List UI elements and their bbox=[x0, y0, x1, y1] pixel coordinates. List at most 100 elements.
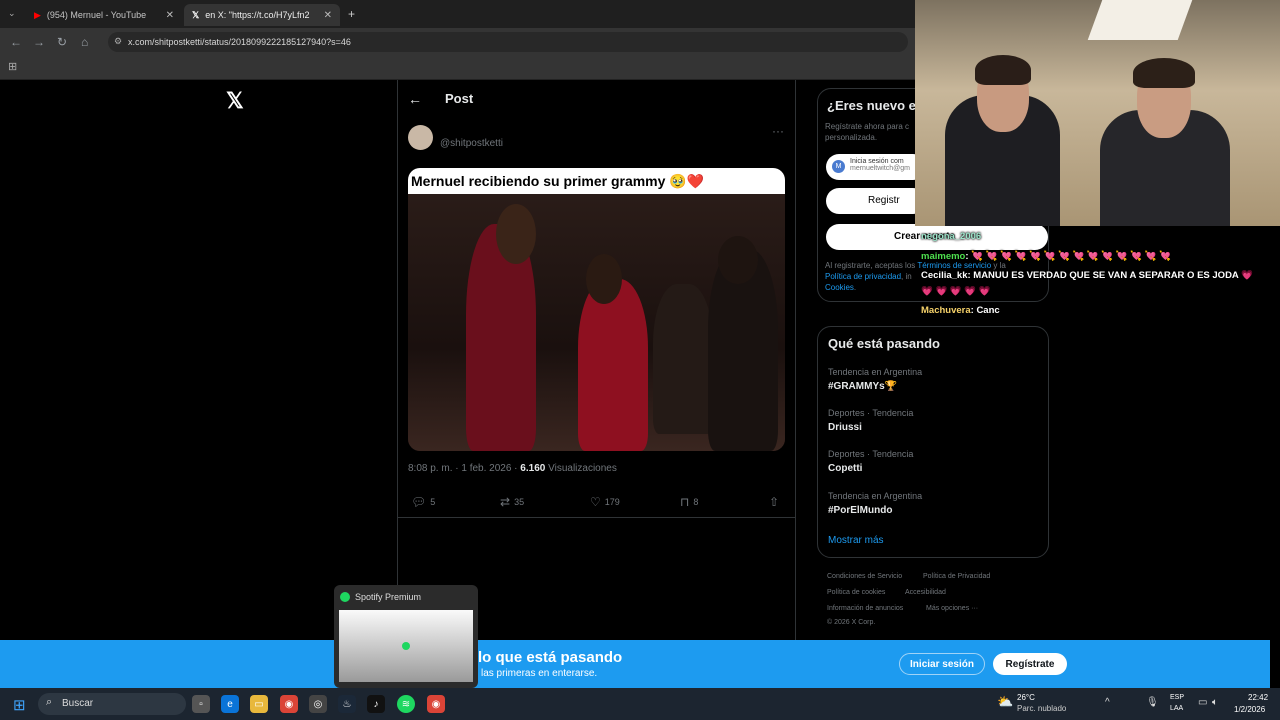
footer-link[interactable]: Información de anuncios bbox=[827, 605, 903, 612]
terms-link[interactable]: Términos de servicio bbox=[917, 261, 991, 270]
register-button[interactable]: Regístrate bbox=[993, 653, 1067, 675]
footer-link[interactable]: Condiciones de Servicio bbox=[827, 573, 902, 580]
legal-text: , in bbox=[901, 272, 912, 281]
person-figure bbox=[496, 204, 536, 264]
search-placeholder: Buscar bbox=[62, 698, 94, 709]
chrome-icon[interactable]: ◉ bbox=[427, 695, 445, 713]
trends-title: Qué está pasando bbox=[828, 336, 940, 351]
forward-icon[interactable]: → bbox=[33, 35, 45, 49]
chat-message: negona_2006 bbox=[921, 231, 981, 242]
file-explorer-icon[interactable]: ▭ bbox=[250, 695, 268, 713]
privacy-link[interactable]: Política de privacidad bbox=[825, 272, 901, 281]
edge-icon[interactable]: e bbox=[221, 695, 239, 713]
trend-name: Driussi bbox=[828, 422, 862, 433]
reply-button[interactable]: 💬︎ 5 bbox=[411, 495, 435, 509]
tab-search-icon[interactable]: ⌄ bbox=[8, 8, 16, 19]
chat-text: : Canc bbox=[970, 305, 1000, 316]
person-figure bbox=[653, 284, 713, 434]
apple-signup-button[interactable]: Registr bbox=[826, 188, 926, 214]
url-field[interactable]: ⚙ x.com/shitpostketti/status/20180992221… bbox=[108, 32, 908, 52]
cookies-link[interactable]: Cookies bbox=[825, 283, 854, 292]
new-tab-button[interactable]: + bbox=[348, 7, 355, 21]
trend-item[interactable]: Deportes · Tendencia Copetti bbox=[828, 449, 913, 474]
like-button[interactable]: ♡ 179 bbox=[590, 495, 620, 509]
clock-date[interactable]: 1/2/2026 bbox=[1234, 705, 1265, 714]
person-figure bbox=[578, 279, 648, 451]
reload-icon[interactable]: ↻ bbox=[57, 35, 67, 49]
network-icon[interactable]: ▭ bbox=[1198, 697, 1207, 708]
chat-text: 💗 💗 💗 💗 💗 bbox=[921, 286, 991, 297]
trends-card bbox=[817, 326, 1049, 558]
copyright: © 2026 X Corp. bbox=[827, 619, 876, 626]
chat-username: maimemo bbox=[921, 251, 966, 262]
apps-grid-icon[interactable]: ⊞ bbox=[8, 60, 17, 73]
app-icon[interactable]: ◎ bbox=[309, 695, 327, 713]
search-icon: ⌕ bbox=[46, 696, 53, 708]
trend-context: Tendencia en Argentina bbox=[828, 491, 923, 501]
steam-icon[interactable]: ♨ bbox=[338, 695, 356, 713]
close-icon[interactable]: ✕ bbox=[166, 10, 174, 21]
home-icon[interactable]: ⌂ bbox=[81, 35, 88, 49]
x-logo-icon[interactable]: 𝕏 bbox=[226, 88, 244, 114]
taskbar-search[interactable]: ⌕ Buscar bbox=[38, 693, 186, 715]
trend-item[interactable]: Deportes · Tendencia Driussi bbox=[828, 408, 913, 433]
tab-label: en X: "https://t.co/H7yLfn2 bbox=[205, 10, 310, 20]
reply-icon: 💬︎ bbox=[411, 495, 427, 509]
clock-time[interactable]: 22:42 bbox=[1248, 693, 1268, 702]
footer-link[interactable]: Más opciones ··· bbox=[926, 605, 978, 612]
trend-item[interactable]: Tendencia en Argentina #GRAMMYs🏆 bbox=[828, 367, 922, 392]
google-signin-button[interactable]: M Inicia sesión com mernueltwitch@gm bbox=[826, 154, 926, 180]
signup-subtitle-2: personalizada. bbox=[825, 133, 878, 142]
trend-context: Deportes · Tendencia bbox=[828, 408, 914, 418]
microphone-icon[interactable]: 🎙︎ bbox=[1146, 697, 1159, 708]
more-options-icon[interactable]: ··· bbox=[772, 124, 784, 138]
signup-title: ¿Eres nuevo e bbox=[827, 98, 916, 113]
trend-name: #GRAMMYs🏆 bbox=[828, 381, 898, 392]
post-timestamp[interactable]: 8:08 p. m. · 1 feb. 2026 · bbox=[408, 463, 520, 474]
footer-link[interactable]: Política de cookies bbox=[827, 589, 885, 596]
tiktok-icon[interactable]: ♪ bbox=[367, 695, 385, 713]
banner-subtitle: las primeras en enterarse. bbox=[481, 668, 598, 679]
weather-desc[interactable]: Parc. nublado bbox=[1017, 704, 1066, 713]
views-label: Visualizaciones bbox=[545, 463, 617, 474]
tab-label: (954) Mernuel - YouTube bbox=[46, 10, 147, 20]
register-label: Regístrate bbox=[1005, 658, 1055, 670]
spotify-icon[interactable]: ≋ bbox=[397, 695, 415, 713]
share-button[interactable]: ⇧ bbox=[769, 495, 779, 509]
chrome-icon[interactable]: ◉ bbox=[280, 695, 298, 713]
language-code[interactable]: ESP bbox=[1170, 694, 1184, 701]
show-more-link[interactable]: Mostrar más bbox=[828, 535, 884, 546]
footer-link[interactable]: Accesibilidad bbox=[905, 589, 946, 596]
bookmark-button[interactable]: ⊓ 8 bbox=[680, 495, 698, 509]
keyboard-layout[interactable]: LAA bbox=[1170, 705, 1183, 712]
windows-start-icon[interactable]: ⊞ bbox=[13, 696, 26, 714]
post-video[interactable]: Mernuel recibiendo su primer grammy 🥹❤️ bbox=[408, 168, 785, 451]
banner-headline: lo que está pasando bbox=[478, 649, 623, 666]
youtube-icon: ▶ bbox=[34, 9, 41, 20]
repost-button[interactable]: ⇄ 35 bbox=[500, 495, 524, 509]
trend-context: Tendencia en Argentina bbox=[828, 367, 923, 377]
tab-x[interactable]: 𝕏 en X: "https://t.co/H7yLfn2 ✕ bbox=[184, 4, 340, 26]
trend-item[interactable]: Tendencia en Argentina #PorElMundo bbox=[828, 491, 922, 516]
spotify-preview-popup[interactable]: Spotify Premium bbox=[334, 585, 478, 688]
back-arrow-icon[interactable]: ← bbox=[408, 91, 422, 107]
post-handle[interactable]: @shitpostketti bbox=[440, 138, 503, 149]
ceiling-light bbox=[1087, 0, 1193, 40]
weather-temp[interactable]: 26°C bbox=[1017, 693, 1035, 702]
repost-count: 35 bbox=[514, 497, 525, 507]
google-account-icon: M bbox=[832, 160, 845, 173]
person-figure bbox=[718, 236, 758, 284]
apple-signup-label: Registr bbox=[868, 195, 900, 206]
share-icon: ⇧ bbox=[769, 495, 780, 509]
task-view-icon[interactable]: ▫ bbox=[192, 695, 210, 713]
login-button[interactable]: Iniciar sesión bbox=[899, 653, 985, 675]
divider bbox=[397, 517, 796, 518]
avatar[interactable] bbox=[408, 125, 433, 150]
back-icon[interactable]: ← bbox=[10, 35, 22, 49]
footer-link[interactable]: Política de Privacidad bbox=[923, 573, 990, 580]
volume-icon[interactable]: 🔈︎ bbox=[1212, 697, 1218, 708]
site-info-icon[interactable]: ⚙ bbox=[114, 36, 122, 47]
close-icon[interactable]: ✕ bbox=[324, 10, 332, 21]
tab-youtube[interactable]: ▶ (954) Mernuel - YouTube ✕ bbox=[26, 4, 182, 26]
chevron-up-icon[interactable]: ^ bbox=[1105, 697, 1110, 708]
